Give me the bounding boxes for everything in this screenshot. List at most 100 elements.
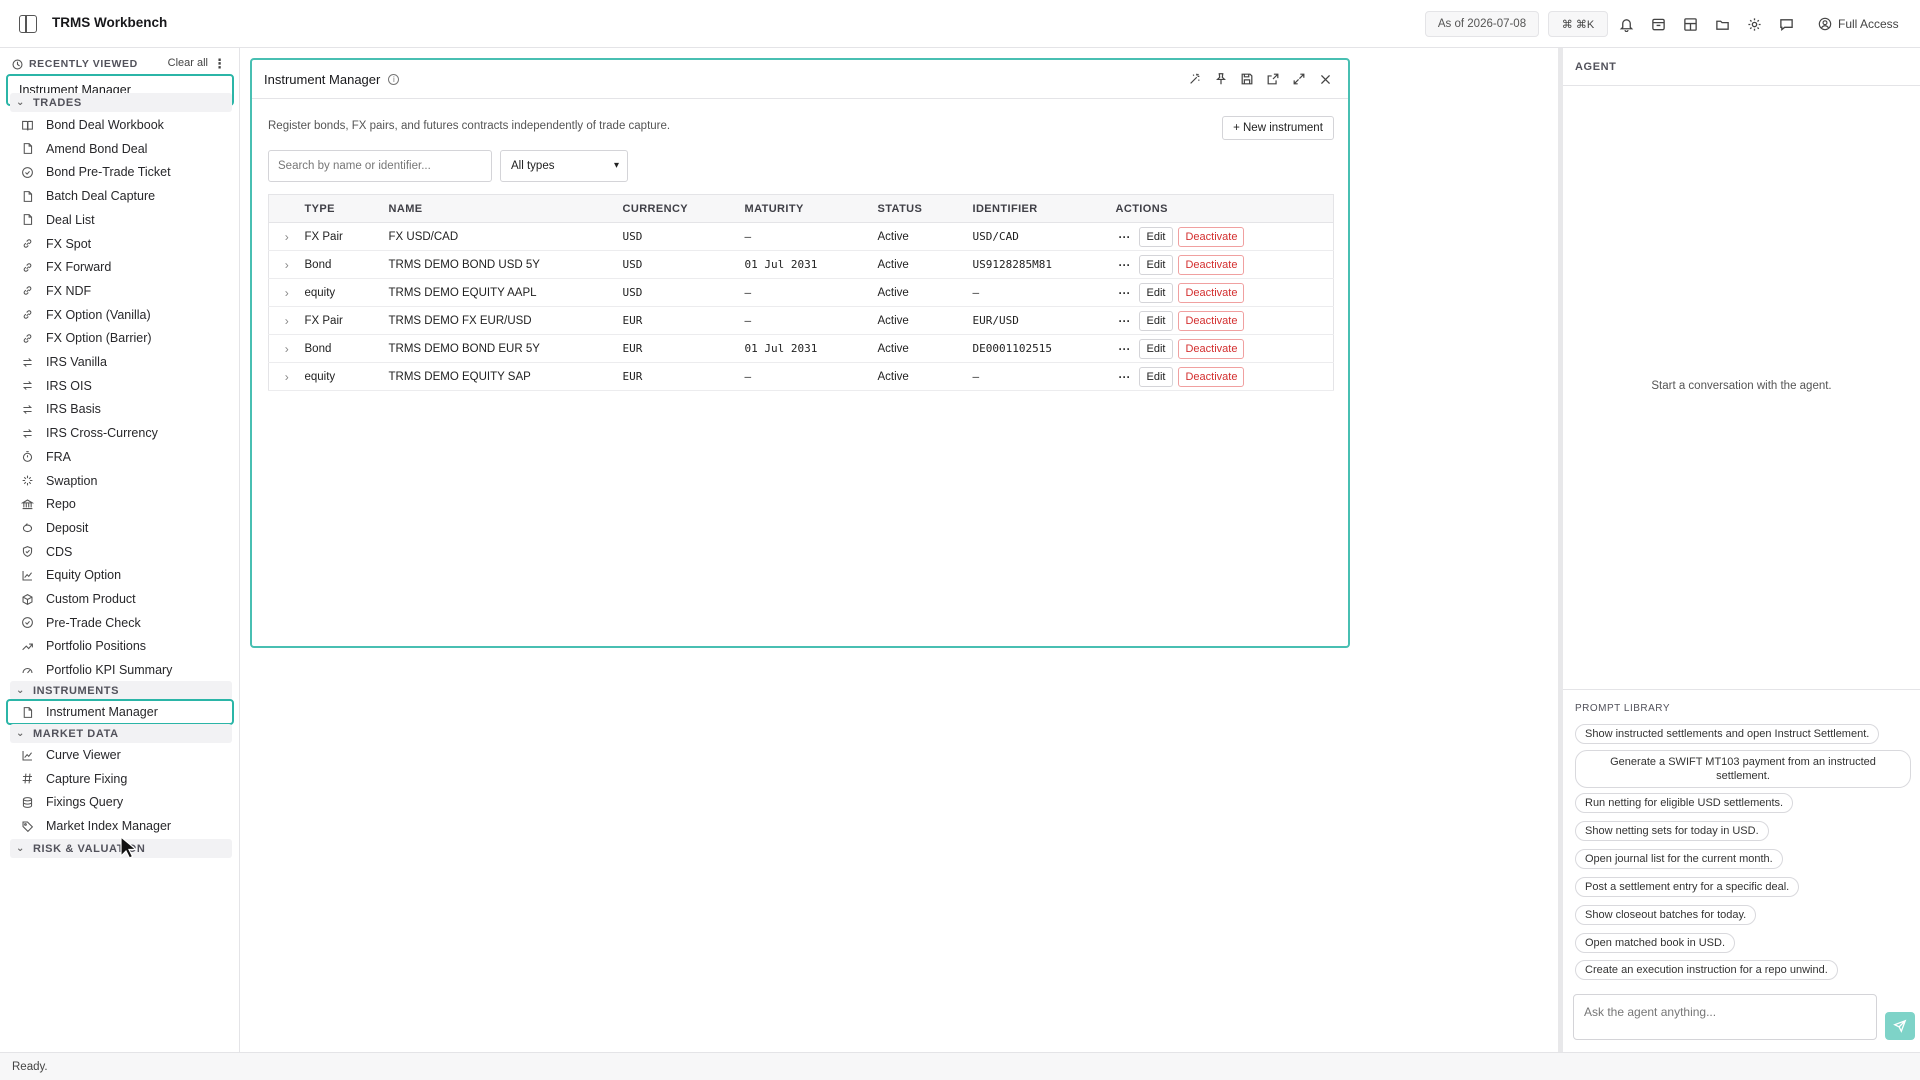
search-input[interactable] (268, 150, 492, 182)
inbox-icon[interactable] (1648, 14, 1668, 34)
prompt-chip[interactable]: Run netting for eligible USD settlements… (1575, 793, 1794, 813)
trend-icon (20, 639, 34, 653)
sidebar-item-fx-forward[interactable]: FX Forward (10, 254, 232, 280)
sidebar-item-repo[interactable]: Repo (10, 491, 232, 517)
sidebar-item-bond-pre-trade-ticket[interactable]: Bond Pre-Trade Ticket (10, 159, 232, 185)
gear-icon[interactable] (1744, 14, 1764, 34)
sidebar-item-pre-trade-check[interactable]: Pre-Trade Check (10, 610, 232, 636)
section-market-data[interactable]: ⌄ MARKET DATA (10, 724, 232, 743)
sidebar-item-swaption[interactable]: Swaption (10, 468, 232, 494)
type-filter-select[interactable]: All types ▾ (500, 150, 628, 182)
expand-row-icon[interactable]: › (269, 363, 305, 391)
table-row[interactable]: › Bond TRMS DEMO BOND EUR 5Y EUR 01 Jul 2031… (268, 335, 1334, 363)
expand-row-icon[interactable]: › (269, 335, 305, 363)
chat-icon[interactable] (1776, 14, 1796, 34)
edit-button[interactable]: Edit (1138, 254, 1174, 275)
more-actions-icon[interactable]: ··· (1116, 230, 1134, 244)
prompt-chip[interactable]: Generate a SWIFT MT103 payment from an i… (1575, 750, 1911, 788)
more-actions-icon[interactable]: ··· (1116, 258, 1134, 272)
sidebar-item-capture-fixing[interactable]: Capture Fixing (10, 766, 232, 792)
sidebar-item-fx-ndf[interactable]: FX NDF (10, 278, 232, 304)
deactivate-button[interactable]: Deactivate (1178, 310, 1245, 331)
piggy-bank-icon (20, 521, 34, 535)
sidebar-item-irs-ois[interactable]: IRS OIS (10, 373, 232, 399)
deactivate-button[interactable]: Deactivate (1178, 338, 1245, 359)
sidebar-item-amend-bond-deal[interactable]: Amend Bond Deal (10, 136, 232, 162)
bell-icon[interactable] (1616, 14, 1636, 34)
expand-row-icon[interactable]: › (269, 307, 305, 335)
cell-actions: ··· Edit Deactivate (1116, 223, 1334, 251)
more-actions-icon[interactable]: ··· (1116, 342, 1134, 356)
sidebar-item-irs-basis[interactable]: IRS Basis (10, 396, 232, 422)
new-instrument-button[interactable]: + New instrument (1222, 116, 1334, 140)
layout-icon[interactable] (1680, 14, 1700, 34)
edit-button[interactable]: Edit (1138, 226, 1174, 247)
table-row[interactable]: › FX Pair TRMS DEMO FX EUR/USD EUR — Active EU… (268, 307, 1334, 335)
sidebar-item-deposit[interactable]: Deposit (10, 515, 232, 541)
pin-icon[interactable] (1212, 70, 1230, 88)
deactivate-button[interactable]: Deactivate (1178, 282, 1245, 303)
sidebar-toggle-icon[interactable] (19, 15, 37, 33)
sidebar-item-fx-option-barrier[interactable]: FX Option (Barrier) (10, 325, 232, 351)
sidebar-item-instrument-manager[interactable]: Instrument Manager (6, 699, 234, 725)
sidebar-item-irs-cross-currency[interactable]: IRS Cross-Currency (10, 420, 232, 446)
save-icon[interactable] (1238, 70, 1256, 88)
section-instruments[interactable]: ⌄ INSTRUMENTS (10, 681, 232, 700)
table-row[interactable]: › FX Pair FX USD/CAD USD — Active USD/CAD ··· Ed… (268, 223, 1334, 251)
prompt-chip[interactable]: Show netting sets for today in USD. (1575, 821, 1769, 841)
table-row[interactable]: › equity TRMS DEMO EQUITY AAPL USD — Active — ·… (268, 279, 1334, 307)
edit-button[interactable]: Edit (1138, 282, 1174, 303)
clear-all-button[interactable]: Clear all (168, 57, 208, 69)
prompt-chip[interactable]: Post a settlement entry for a specific d… (1575, 877, 1800, 897)
expand-row-icon[interactable]: › (269, 251, 305, 279)
table-row[interactable]: › Bond TRMS DEMO BOND USD 5Y USD 01 Jul 2031… (268, 251, 1334, 279)
more-actions-icon[interactable]: ··· (1116, 370, 1134, 384)
cell-maturity: — (744, 370, 752, 383)
folder-icon[interactable] (1712, 14, 1732, 34)
sidebar-item-cds[interactable]: CDS (10, 539, 232, 565)
more-actions-icon[interactable]: ··· (1116, 286, 1134, 300)
sidebar-item-fra[interactable]: FRA (10, 444, 232, 470)
maximize-icon[interactable] (1290, 70, 1308, 88)
kebab-menu-icon[interactable]: ⋮ (213, 56, 226, 72)
deactivate-button[interactable]: Deactivate (1178, 226, 1245, 247)
more-actions-icon[interactable]: ··· (1116, 314, 1134, 328)
external-link-icon[interactable] (1264, 70, 1282, 88)
prompt-chip[interactable]: Open matched book in USD. (1575, 933, 1736, 953)
sidebar-item-fixings-query[interactable]: Fixings Query (10, 789, 232, 815)
sidebar-item-batch-deal-capture[interactable]: Batch Deal Capture (10, 183, 232, 209)
sidebar-item-deal-list[interactable]: Deal List (10, 207, 232, 233)
sidebar-item-equity-option[interactable]: Equity Option (10, 562, 232, 588)
sidebar-item-custom-product[interactable]: Custom Product (10, 586, 232, 612)
sidebar-item-portfolio-positions[interactable]: Portfolio Positions (10, 633, 232, 659)
prompt-chip[interactable]: Open journal list for the current month. (1575, 849, 1783, 869)
access-level-button[interactable]: Full Access (1818, 14, 1899, 34)
sidebar-item-fx-option-vanilla[interactable]: FX Option (Vanilla) (10, 302, 232, 328)
edit-button[interactable]: Edit (1138, 338, 1174, 359)
sidebar-item-curve-viewer[interactable]: Curve Viewer (10, 742, 232, 768)
close-icon[interactable] (1316, 70, 1334, 88)
sidebar-item-bond-deal-workbook[interactable]: Bond Deal Workbook (10, 112, 232, 138)
section-trades[interactable]: ⌄ TRADES (10, 93, 232, 112)
as-of-date-button[interactable]: As of 2026-07-08 (1425, 11, 1539, 37)
agent-input[interactable]: Ask the agent anything... (1573, 994, 1877, 1040)
prompt-chip[interactable]: Show closeout batches for today. (1575, 905, 1757, 925)
command-palette-button[interactable]: ⌘ ⌘K (1548, 11, 1608, 37)
sidebar-item-portfolio-kpi-summary[interactable]: Portfolio KPI Summary (10, 657, 232, 683)
deactivate-button[interactable]: Deactivate (1178, 254, 1245, 275)
prompt-chip[interactable]: Show instructed settlements and open Ins… (1575, 724, 1880, 744)
deactivate-button[interactable]: Deactivate (1178, 366, 1245, 387)
edit-button[interactable]: Edit (1138, 310, 1174, 331)
send-button[interactable] (1885, 1012, 1915, 1040)
edit-button[interactable]: Edit (1138, 366, 1174, 387)
table-row[interactable]: › equity TRMS DEMO EQUITY SAP EUR — Active — ··… (268, 363, 1334, 391)
magic-wand-icon[interactable] (1186, 70, 1204, 88)
expand-row-icon[interactable]: › (269, 279, 305, 307)
sidebar-item-irs-vanilla[interactable]: IRS Vanilla (10, 349, 232, 375)
expand-row-icon[interactable]: › (269, 223, 305, 251)
info-icon[interactable]: i (388, 74, 400, 85)
sidebar-item-fx-spot[interactable]: FX Spot (10, 231, 232, 257)
prompt-chip[interactable]: Create an execution instruction for a re… (1575, 960, 1838, 980)
instrument-manager-panel: Instrument Manager i Register bonds, FX … (250, 58, 1350, 648)
cell-name: TRMS DEMO BOND EUR 5Y (388, 342, 540, 355)
